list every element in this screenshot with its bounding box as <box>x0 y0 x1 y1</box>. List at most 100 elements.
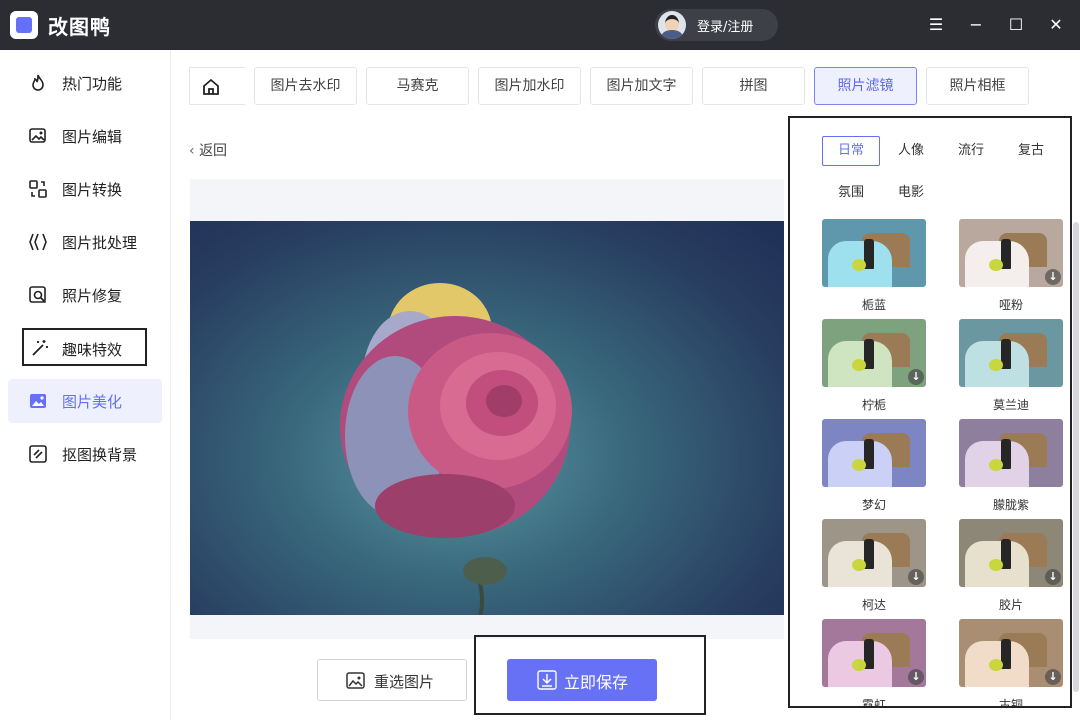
filter-thumb-5[interactable] <box>959 419 1063 487</box>
sidebar-item-repair[interactable]: 照片修复 <box>8 273 162 317</box>
tab-photo-filter[interactable]: 照片滤镜 <box>814 67 917 105</box>
filter-thumb-3[interactable] <box>959 319 1063 387</box>
back-label: 返回 <box>199 143 228 159</box>
sidebar-item-label: 热门功能 <box>62 75 123 93</box>
filter-thumb-6[interactable]: ↓ <box>822 519 926 587</box>
filter-name: 柯达 <box>861 598 886 612</box>
sidebar-item-label: 趣味特效 <box>62 341 123 359</box>
filter-category-retro[interactable]: 复古 <box>1002 136 1060 166</box>
sidebar-item-batch[interactable]: 图片批处理 <box>8 220 162 264</box>
thumb-lemon <box>852 259 866 271</box>
sidebar-item-beautify[interactable]: 图片美化 <box>8 379 162 423</box>
tab-mosaic[interactable]: 马赛克 <box>366 67 469 105</box>
home-button[interactable] <box>189 67 245 105</box>
cutout-icon <box>29 445 47 463</box>
thumb-lemon <box>989 459 1003 471</box>
beautify-icon <box>30 394 46 408</box>
download-icon[interactable]: ↓ <box>1045 269 1061 285</box>
filter-thumb-2[interactable]: ↓ <box>822 319 926 387</box>
login-button[interactable]: 登录/注册 <box>655 9 778 41</box>
filter-category-portrait[interactable]: 人像 <box>882 136 940 166</box>
filter-thumb-0[interactable] <box>822 219 926 287</box>
save-now-button[interactable]: 立即保存 <box>507 659 657 701</box>
rose-image <box>340 283 572 615</box>
filter-name: 古铜 <box>998 698 1023 708</box>
thumb-lemon <box>989 359 1003 371</box>
sidebar: 热门功能 图片编辑 图片转换 图片批处理 照片修复 趣味特效 图片美化 抠图换背… <box>0 50 170 720</box>
flame-icon <box>32 74 44 91</box>
thumb-lemon <box>852 459 866 471</box>
sidebar-item-hot[interactable]: 热门功能 <box>8 61 162 105</box>
sidebar-item-edit[interactable]: 图片编辑 <box>8 114 162 158</box>
sidebar-item-label: 照片修复 <box>62 287 123 305</box>
filter-name: 莫兰迪 <box>992 398 1029 412</box>
download-icon[interactable]: ↓ <box>908 669 924 685</box>
reselect-image-button[interactable]: 重选图片 <box>317 659 467 701</box>
download-icon[interactable]: ↓ <box>1045 669 1061 685</box>
thumb-lemon <box>989 559 1003 571</box>
image-icon <box>346 672 365 689</box>
chevron-left-icon: ‹ <box>189 143 200 159</box>
save-label: 立即保存 <box>564 673 629 692</box>
filter-category-movie[interactable]: 电影 <box>882 178 940 208</box>
filter-thumb-4[interactable] <box>822 419 926 487</box>
sidebar-item-label: 图片批处理 <box>62 234 138 252</box>
sidebar-item-label: 图片转换 <box>62 181 123 199</box>
download-icon[interactable]: ↓ <box>908 369 924 385</box>
sidebar-item-label: 图片美化 <box>62 393 123 411</box>
image-canvas <box>190 179 784 639</box>
download-icon[interactable]: ↓ <box>1045 569 1061 585</box>
tab-photo-frame[interactable]: 照片相框 <box>926 67 1029 105</box>
repair-icon <box>29 286 47 304</box>
image-edit-icon <box>29 128 46 143</box>
tool-tab-bar: 图片去水印 马赛克 图片加水印 图片加文字 拼图 照片滤镜 照片相框 <box>171 50 1080 118</box>
download-icon[interactable]: ↓ <box>908 569 924 585</box>
sidebar-item-label: 抠图换背景 <box>62 446 138 464</box>
filter-category-daily[interactable]: 日常 <box>822 136 880 166</box>
menu-icon[interactable]: ☰ <box>924 13 948 37</box>
batch-icon <box>29 233 47 251</box>
thumb-lemon <box>989 659 1003 671</box>
magic-wand-icon <box>32 340 48 356</box>
app-title: 改图鸭 <box>48 15 111 39</box>
preview-image <box>190 221 784 615</box>
filter-category-popular[interactable]: 流行 <box>942 136 1000 166</box>
filter-name: 朦胧紫 <box>992 498 1029 512</box>
reselect-label: 重选图片 <box>374 673 435 691</box>
close-icon[interactable]: ✕ <box>1044 13 1068 37</box>
tab-add-watermark[interactable]: 图片加水印 <box>478 67 581 105</box>
login-label: 登录/注册 <box>697 20 754 35</box>
filter-name: 栀蓝 <box>861 298 886 312</box>
sidebar-item-convert[interactable]: 图片转换 <box>8 167 162 211</box>
filter-name: 梦幻 <box>861 498 886 512</box>
sidebar-item-cutout[interactable]: 抠图换背景 <box>8 432 162 476</box>
tab-collage[interactable]: 拼图 <box>702 67 805 105</box>
minimize-icon[interactable]: − <box>964 13 988 37</box>
convert-icon <box>29 180 47 198</box>
filter-thumb-7[interactable]: ↓ <box>959 519 1063 587</box>
thumb-lemon <box>989 259 1003 271</box>
filter-thumb-1[interactable]: ↓ <box>959 219 1063 287</box>
filter-thumb-8[interactable]: ↓ <box>822 619 926 687</box>
editor-area: ‹ 返回 重选图片 立即保存 <box>171 118 788 720</box>
filter-name: 胶片 <box>998 598 1023 612</box>
download-icon <box>537 670 557 690</box>
title-bar: 改图鸭 登录/注册 ☰ − ☐ ✕ <box>0 0 1080 50</box>
sidebar-item-label: 图片编辑 <box>62 128 123 146</box>
filter-panel: 日常 人像 流行 复古 氛围 电影 栀蓝 ↓ 哑粉 ↓ 柠栀 莫兰迪 梦幻 朦胧紫 ↓ 柯达 ↓ 胶片… <box>788 116 1072 708</box>
back-button[interactable]: ‹ 返回 <box>189 140 227 160</box>
filter-thumb-9[interactable]: ↓ <box>959 619 1063 687</box>
tab-remove-watermark[interactable]: 图片去水印 <box>254 67 357 105</box>
tab-add-text[interactable]: 图片加文字 <box>590 67 693 105</box>
filter-name: 哑粉 <box>998 298 1023 312</box>
thumb-lemon <box>852 359 866 371</box>
thumb-lemon <box>852 559 866 571</box>
thumb-lemon <box>852 659 866 671</box>
maximize-icon[interactable]: ☐ <box>1004 13 1028 37</box>
avatar <box>658 11 686 39</box>
sidebar-item-effects[interactable]: 趣味特效 <box>22 328 147 366</box>
app-logo-icon <box>10 11 38 39</box>
filter-name: 霓虹 <box>861 698 886 708</box>
filter-scrollbar[interactable] <box>1073 222 1079 692</box>
filter-category-atmosphere[interactable]: 氛围 <box>822 178 880 208</box>
